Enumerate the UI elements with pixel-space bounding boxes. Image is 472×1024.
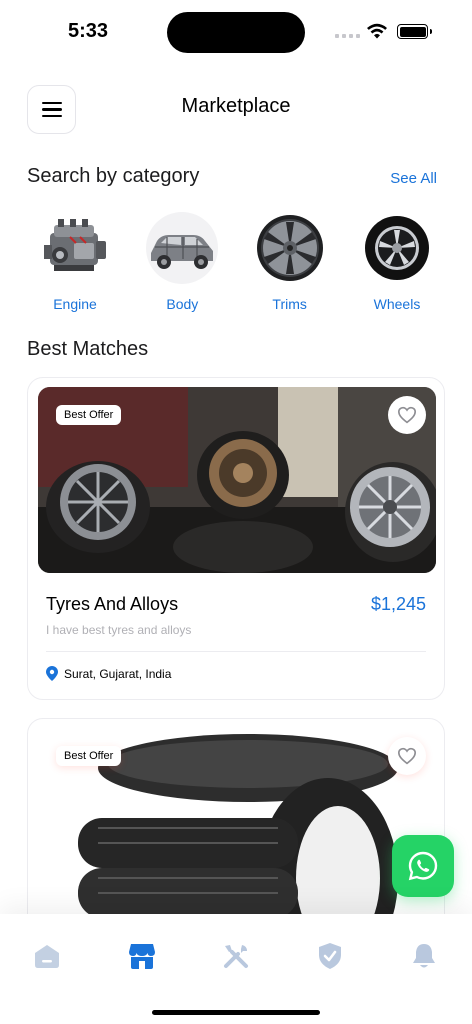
category-label: Engine [53, 296, 97, 312]
see-all-link[interactable]: See All [390, 170, 437, 187]
tab-notifications[interactable] [410, 942, 438, 970]
favorite-button[interactable] [388, 396, 426, 434]
listing-price: $1,245 [370, 594, 426, 614]
signal-icon [335, 34, 360, 38]
whatsapp-icon [408, 851, 438, 881]
home-icon [35, 945, 59, 968]
category-list: Engine Body Trims Wheels [27, 212, 445, 312]
wheel-icon [360, 212, 433, 284]
listing-description: I have best tyres and alloys [46, 623, 192, 637]
tab-home[interactable] [33, 942, 61, 970]
tab-protection[interactable] [316, 942, 344, 970]
best-matches-title: Best Matches [27, 338, 149, 360]
store-icon [129, 944, 155, 969]
category-wheels[interactable]: Wheels [349, 212, 445, 312]
tab-tools[interactable] [222, 942, 250, 970]
engine-icon [39, 212, 111, 284]
location-pin-icon [46, 666, 58, 681]
category-trims[interactable]: Trims [242, 212, 338, 312]
listing-title: Tyres And Alloys [46, 594, 179, 614]
whatsapp-button[interactable] [392, 835, 454, 897]
dynamic-island [167, 12, 305, 53]
page-title: Marketplace [181, 95, 291, 117]
tab-bar [0, 914, 472, 1024]
heart-icon [397, 747, 417, 765]
heart-icon [397, 406, 417, 424]
divider [46, 651, 426, 652]
status-time: 5:33 [68, 20, 109, 42]
listing-location: Surat, Gujarat, India [46, 666, 171, 681]
location-text: Surat, Gujarat, India [64, 666, 172, 681]
listing-card[interactable]: Best Offer Tyres And Alloys $1,245 I hav… [27, 377, 445, 700]
category-engine[interactable]: Engine [27, 212, 123, 312]
category-section-title: Search by category [27, 165, 200, 187]
tab-store[interactable] [128, 942, 156, 970]
status-bar: 5:33 [0, 0, 472, 62]
category-label: Trims [272, 296, 307, 312]
tools-icon [224, 945, 248, 968]
category-label: Wheels [373, 296, 421, 312]
shield-icon [319, 943, 341, 969]
favorite-button[interactable] [388, 737, 426, 775]
trim-icon [253, 212, 326, 284]
battery-icon [397, 24, 432, 39]
listing-image: Best Offer [38, 387, 436, 573]
best-offer-badge: Best Offer [56, 405, 122, 425]
bell-icon [413, 944, 435, 968]
category-label: Body [166, 296, 199, 312]
category-body[interactable]: Body [134, 212, 230, 312]
home-indicator [152, 1010, 320, 1015]
car-body-icon [146, 212, 219, 284]
best-offer-badge: Best Offer [56, 746, 122, 766]
wifi-icon [367, 23, 387, 39]
